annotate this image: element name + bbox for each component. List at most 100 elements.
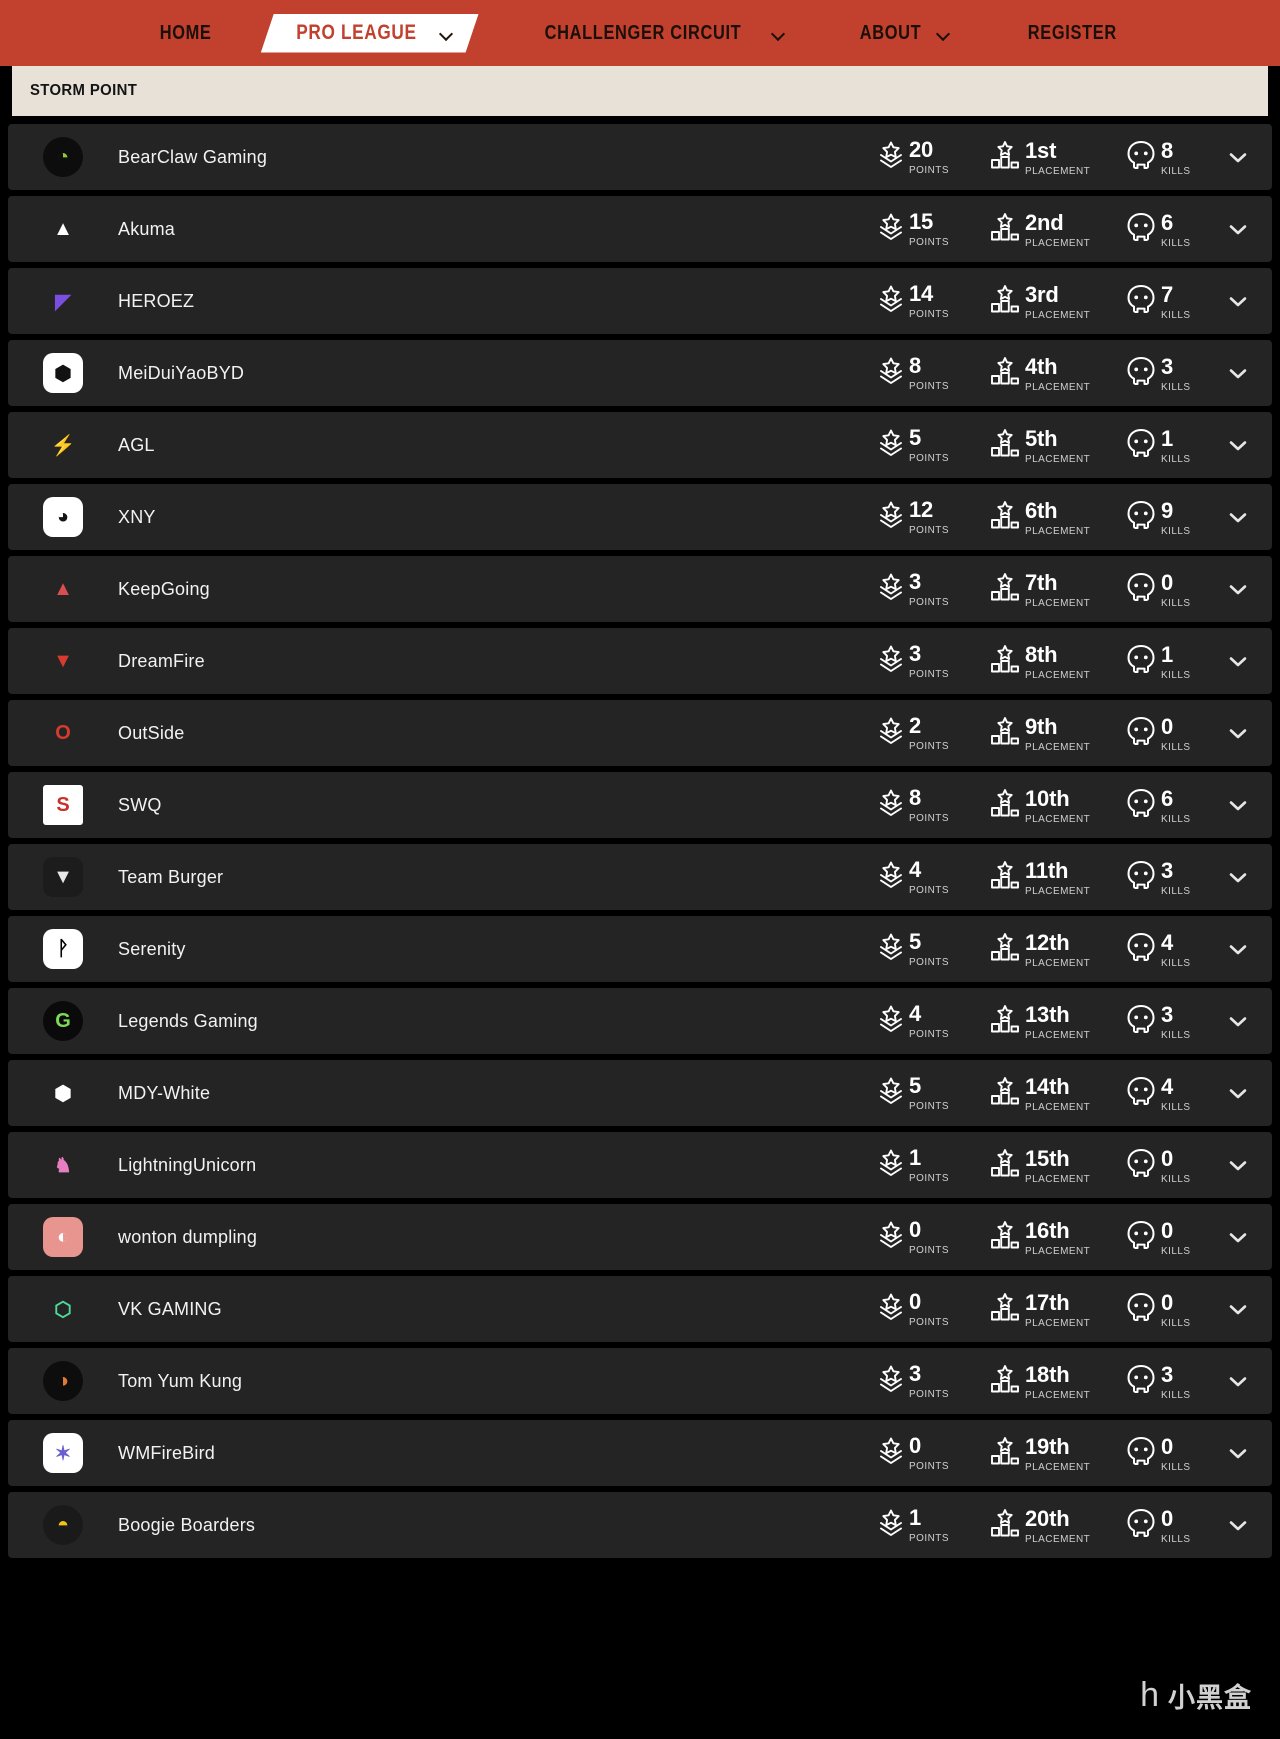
kills-value: 6 bbox=[1161, 785, 1174, 811]
table-row[interactable]: ⬡ VK GAMING 0 POINTS 17th PLACEMENT 0 KI… bbox=[8, 1276, 1272, 1342]
team-logo-cell: ◤ bbox=[8, 281, 118, 321]
expand-row-button[interactable] bbox=[1218, 1231, 1258, 1244]
expand-row-button[interactable] bbox=[1218, 1015, 1258, 1028]
map-title-bar: STORM POINT bbox=[12, 66, 1268, 116]
nav-item-about[interactable]: ABOUT bbox=[819, 0, 984, 66]
table-row[interactable]: ▲ Akuma 15 POINTS 2nd PLACEMENT 6 KILLS bbox=[8, 196, 1272, 262]
kills-label: KILLS bbox=[1161, 1388, 1191, 1401]
team-logo-icon: ⬢ bbox=[43, 1073, 83, 1113]
kills-label: KILLS bbox=[1161, 164, 1191, 177]
placement-stat: 20th PLACEMENT bbox=[990, 1506, 1126, 1545]
kills-stat: 1 KILLS bbox=[1126, 642, 1218, 681]
placement-value: 6th bbox=[1025, 497, 1058, 523]
table-row[interactable]: ◑ Tom Yum Kung 3 POINTS 18th PLACEMENT 3… bbox=[8, 1348, 1272, 1414]
kills-value: 0 bbox=[1161, 1505, 1174, 1531]
podium-icon bbox=[990, 1364, 1020, 1399]
nav-item-pro-league[interactable]: PRO LEAGUE bbox=[260, 0, 479, 66]
expand-row-button[interactable] bbox=[1218, 223, 1258, 236]
placement-value: 3rd bbox=[1025, 281, 1059, 307]
team-name: LightningUnicorn bbox=[118, 1154, 257, 1175]
placement-stat: 11th PLACEMENT bbox=[990, 858, 1126, 897]
points-stat: 3 POINTS bbox=[878, 570, 990, 608]
points-stat: 15 POINTS bbox=[878, 210, 990, 248]
table-row[interactable]: ✶ WMFireBird 0 POINTS 19th PLACEMENT 0 K… bbox=[8, 1420, 1272, 1486]
expand-row-button[interactable] bbox=[1218, 871, 1258, 884]
podium-icon bbox=[990, 1436, 1020, 1471]
team-logo-icon: ✶ bbox=[43, 1433, 83, 1473]
team-logo-icon: O bbox=[43, 713, 83, 753]
podium-icon bbox=[990, 932, 1020, 967]
table-row[interactable]: ◓ Boogie Boarders 1 POINTS 20th PLACEMEN… bbox=[8, 1492, 1272, 1558]
nav-item-register[interactable]: REGISTER bbox=[984, 0, 1161, 66]
expand-row-button[interactable] bbox=[1218, 439, 1258, 452]
team-logo-icon: ♞ bbox=[43, 1145, 83, 1185]
expand-row-button[interactable] bbox=[1218, 1159, 1258, 1172]
table-row[interactable]: ᚹ Serenity 5 POINTS 12th PLACEMENT 4 KIL… bbox=[8, 916, 1272, 982]
points-label: POINTS bbox=[909, 1531, 949, 1544]
table-row[interactable]: ⬢ MeiDuiYaoBYD 8 POINTS 4th PLACEMENT 3 … bbox=[8, 340, 1272, 406]
chevron-down-icon bbox=[937, 29, 950, 37]
table-row[interactable]: ♞ LightningUnicorn 1 POINTS 15th PLACEME… bbox=[8, 1132, 1272, 1198]
expand-row-button[interactable] bbox=[1218, 727, 1258, 740]
placement-stat: 7th PLACEMENT bbox=[990, 570, 1126, 609]
table-row[interactable]: S SWQ 8 POINTS 10th PLACEMENT 6 KILLS bbox=[8, 772, 1272, 838]
placement-value: 19th bbox=[1025, 1433, 1070, 1459]
expand-row-button[interactable] bbox=[1218, 655, 1258, 668]
skull-icon bbox=[1126, 860, 1156, 897]
team-name: MeiDuiYaoBYD bbox=[118, 362, 245, 383]
table-row[interactable]: O OutSide 2 POINTS 9th PLACEMENT 0 KILLS bbox=[8, 700, 1272, 766]
table-row[interactable]: ⚡ AGL 5 POINTS 5th PLACEMENT 1 KILLS bbox=[8, 412, 1272, 478]
expand-row-button[interactable] bbox=[1218, 1303, 1258, 1316]
table-row[interactable]: ▲ KeepGoing 3 POINTS 7th PLACEMENT 0 KIL… bbox=[8, 556, 1272, 622]
team-logo-cell: ◔ bbox=[8, 137, 118, 177]
expand-row-button[interactable] bbox=[1218, 1447, 1258, 1460]
expand-row-button[interactable] bbox=[1218, 943, 1258, 956]
points-label: POINTS bbox=[909, 1387, 949, 1400]
kills-stat: 3 KILLS bbox=[1126, 354, 1218, 393]
expand-row-button[interactable] bbox=[1218, 511, 1258, 524]
team-logo-cell: O bbox=[8, 713, 118, 753]
points-value: 1 bbox=[909, 1144, 922, 1170]
chevron-down-icon bbox=[772, 29, 785, 37]
podium-icon bbox=[990, 1148, 1020, 1183]
team-name: WMFireBird bbox=[118, 1442, 215, 1463]
team-logo-cell: ◕ bbox=[8, 497, 118, 537]
team-logo-icon: ▲ bbox=[43, 209, 83, 249]
table-row[interactable]: ◐ wonton dumpling 0 POINTS 16th PLACEMEN… bbox=[8, 1204, 1272, 1270]
expand-row-button[interactable] bbox=[1218, 151, 1258, 164]
team-logo-icon: ◑ bbox=[43, 1361, 83, 1401]
expand-row-button[interactable] bbox=[1218, 367, 1258, 380]
table-row[interactable]: ◔ BearClaw Gaming 20 POINTS 1st PLACEMEN… bbox=[8, 124, 1272, 190]
expand-row-button[interactable] bbox=[1218, 1375, 1258, 1388]
placement-value: 11th bbox=[1025, 857, 1069, 883]
expand-row-button[interactable] bbox=[1218, 583, 1258, 596]
points-stat: 0 POINTS bbox=[878, 1434, 990, 1472]
table-row[interactable]: ⬢ MDY-White 5 POINTS 14th PLACEMENT 4 KI… bbox=[8, 1060, 1272, 1126]
skull-icon bbox=[1126, 428, 1156, 465]
kills-value: 0 bbox=[1161, 713, 1174, 739]
expand-row-button[interactable] bbox=[1218, 1087, 1258, 1100]
expand-row-button[interactable] bbox=[1218, 295, 1258, 308]
row-stats: 20 POINTS 1st PLACEMENT 8 KILLS bbox=[878, 138, 1258, 177]
points-value: 12 bbox=[909, 496, 934, 522]
points-stat: 20 POINTS bbox=[878, 138, 990, 176]
placement-label: PLACEMENT bbox=[1025, 1460, 1091, 1473]
table-row[interactable]: ◤ HEROEZ 14 POINTS 3rd PLACEMENT 7 KILLS bbox=[8, 268, 1272, 334]
team-name: MDY-White bbox=[118, 1082, 211, 1103]
table-row[interactable]: G Legends Gaming 4 POINTS 13th PLACEMENT… bbox=[8, 988, 1272, 1054]
points-value: 0 bbox=[909, 1216, 922, 1242]
kills-value: 4 bbox=[1161, 1073, 1174, 1099]
rank-chevron-icon bbox=[878, 141, 904, 176]
table-row[interactable]: ▼ Team Burger 4 POINTS 11th PLACEMENT 3 … bbox=[8, 844, 1272, 910]
team-name: Legends Gaming bbox=[118, 1010, 258, 1031]
team-name: SWQ bbox=[118, 794, 162, 815]
table-row[interactable]: ◕ XNY 12 POINTS 6th PLACEMENT 9 KILLS bbox=[8, 484, 1272, 550]
points-stat: 5 POINTS bbox=[878, 426, 990, 464]
nav-item-home[interactable]: HOME bbox=[120, 0, 251, 66]
placement-label: PLACEMENT bbox=[1025, 1388, 1091, 1401]
team-logo-cell: ▼ bbox=[8, 641, 118, 681]
expand-row-button[interactable] bbox=[1218, 799, 1258, 812]
nav-item-challenger-circuit[interactable]: CHALLENGER CIRCUIT bbox=[489, 0, 819, 66]
table-row[interactable]: ▼ DreamFire 3 POINTS 8th PLACEMENT 1 KIL… bbox=[8, 628, 1272, 694]
expand-row-button[interactable] bbox=[1218, 1519, 1258, 1532]
